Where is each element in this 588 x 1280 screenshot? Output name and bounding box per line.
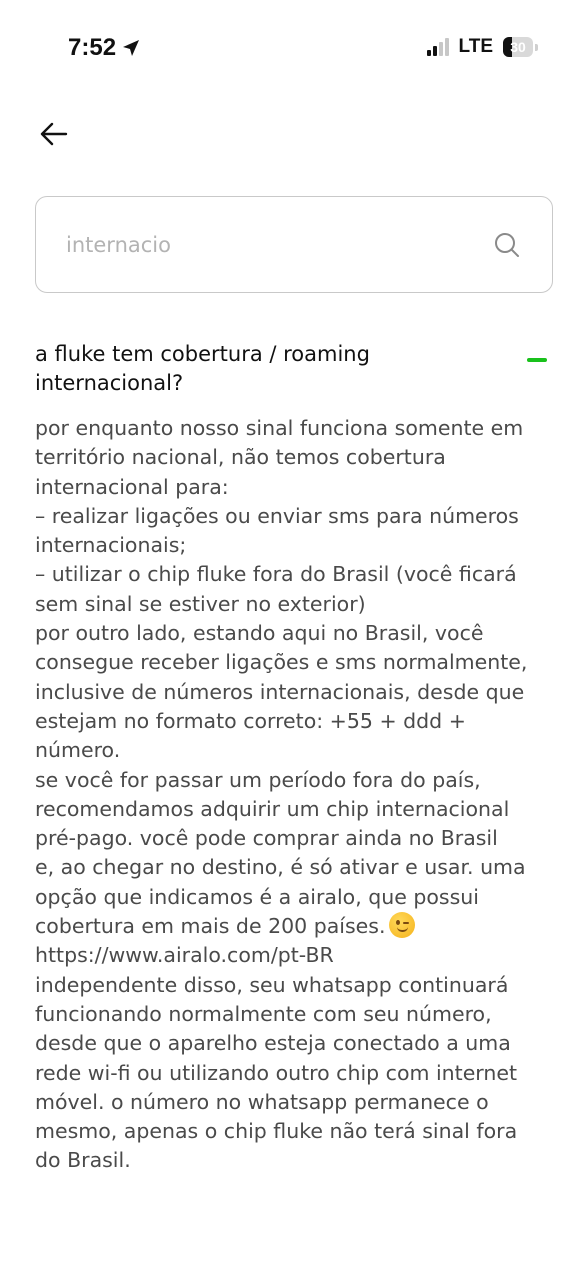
back-button[interactable] [34, 114, 74, 154]
answer-line-text: cobertura em mais de 200 países. [35, 914, 386, 939]
answer-line: estejam no formato correto: +55 + ddd + [35, 708, 466, 733]
answer-line-with-emoji: cobertura em mais de 200 países. [35, 912, 553, 941]
answer-line: número. [35, 738, 121, 763]
answer-line: independente disso, seu whatsapp continu… [35, 972, 509, 997]
answer-line: móvel. o número no whatsapp permanece o [35, 1089, 489, 1114]
airalo-link[interactable]: https://www.airalo.com/pt-BR [35, 941, 553, 970]
answer-line: internacional para: [35, 474, 229, 499]
answer-line: inclusive de números internacionais, des… [35, 679, 525, 704]
answer-line: por outro lado, estando aqui no Brasil, … [35, 621, 484, 646]
answer-line: sem sinal se estiver no exterior) [35, 591, 366, 616]
answer-line: rede wi-fi ou utilizando outro chip com … [35, 1060, 518, 1085]
collapse-minus-icon[interactable] [527, 358, 547, 362]
answer-line: pré-pago. você pode comprar ainda no Bra… [35, 826, 498, 851]
battery-tip [535, 43, 538, 51]
answer-line: território nacional, não temos cobertura [35, 445, 446, 470]
search-box[interactable] [35, 196, 553, 293]
answer-line: funcionando normalmente com seu número, [35, 1001, 492, 1026]
arrow-left-icon [40, 122, 68, 146]
battery-level: 30 [510, 39, 526, 55]
faq-header[interactable]: a fluke tem cobertura / roaming internac… [35, 340, 553, 398]
status-time-group: 7:52 [68, 34, 141, 62]
search-icon[interactable] [492, 230, 522, 260]
winking-face-emoji-icon [389, 912, 416, 939]
answer-line: do Brasil. [35, 1148, 131, 1173]
location-arrow-icon [123, 40, 140, 56]
network-type: LTE [458, 36, 493, 57]
answer-line: e, ao chegar no destino, é só ativar e u… [35, 855, 526, 880]
battery-icon: 30 [503, 37, 533, 57]
status-time: 7:52 [68, 34, 117, 61]
cellular-signal-icon [426, 38, 449, 56]
faq-answer: por enquanto nosso sinal funciona soment… [35, 414, 553, 1176]
answer-line: internacionais; [35, 533, 187, 558]
answer-line: se você for passar um período fora do pa… [35, 767, 481, 792]
answer-line: mesmo, apenas o chip fluke não terá sina… [35, 1119, 518, 1144]
faq-item: a fluke tem cobertura / roaming internac… [35, 340, 553, 1176]
answer-line: desde que o aparelho esteja conectado a … [35, 1031, 511, 1056]
answer-line: por enquanto nosso sinal funciona soment… [35, 416, 524, 440]
search-input[interactable] [66, 232, 492, 257]
answer-line: opção que indicamos é a airalo, que poss… [35, 884, 479, 909]
answer-line: consegue receber ligações e sms normalme… [35, 650, 528, 675]
status-indicators: LTE 30 [426, 36, 538, 58]
faq-question[interactable]: a fluke tem cobertura / roaming internac… [35, 340, 435, 398]
answer-line: – utilizar o chip fluke fora do Brasil (… [35, 562, 517, 587]
status-bar: 7:52 LTE 30 [0, 0, 588, 96]
answer-line: – realizar ligações ou enviar sms para n… [35, 503, 519, 528]
answer-line: recomendamos adquirir um chip internacio… [35, 796, 510, 821]
